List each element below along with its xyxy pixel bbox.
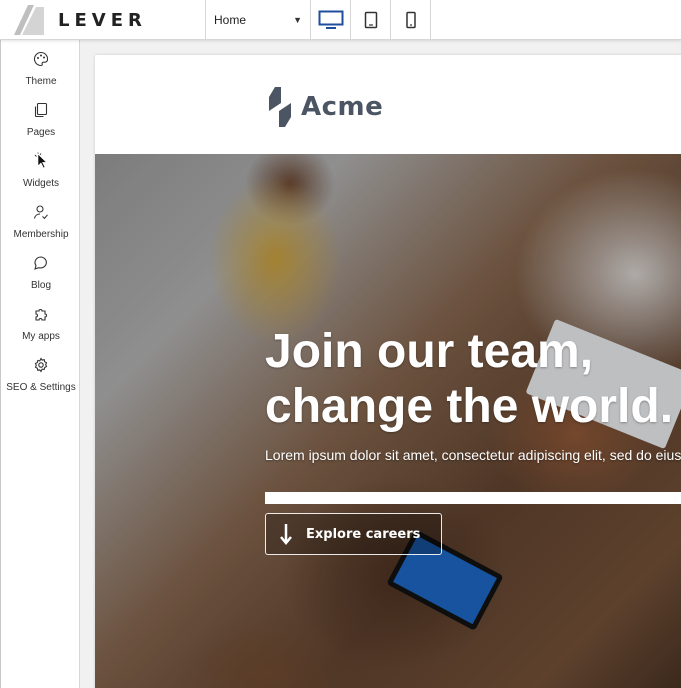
page-select-dropdown[interactable]: Home ▼ — [205, 0, 311, 40]
sidebar-item-label: Pages — [26, 127, 56, 138]
chevron-down-icon: ▼ — [293, 15, 302, 25]
sidebar-item-label: Theme — [25, 76, 57, 87]
device-desktop-button[interactable] — [311, 0, 351, 40]
cursor-icon — [33, 150, 49, 172]
sidebar-item-label: SEO & Settings — [6, 382, 76, 393]
hero-title-line2: change the world. — [265, 380, 674, 433]
acme-logo[interactable]: Acme — [265, 85, 383, 129]
device-mobile-button[interactable] — [391, 0, 431, 40]
mobile-icon — [405, 11, 416, 29]
sidebar-item-pages[interactable]: Pages — [1, 99, 81, 149]
sidebar-item-seo-settings[interactable]: SEO & Settings — [1, 354, 81, 404]
tablet-icon — [364, 11, 377, 29]
hero-divider-bar — [265, 492, 681, 504]
hero-section[interactable]: Join our team, change the world. Lorem i… — [95, 154, 681, 688]
sidebar-item-my-apps[interactable]: My apps — [1, 303, 81, 353]
editor-canvas: Acme Join our team, change the world. Lo… — [80, 40, 681, 688]
explore-careers-label: Explore careers — [306, 526, 421, 542]
sidebar-item-blog[interactable]: Blog — [1, 252, 81, 302]
pages-icon — [33, 99, 49, 121]
site-preview[interactable]: Acme Join our team, change the world. Lo… — [95, 55, 681, 688]
lever-logo-icon — [14, 5, 44, 35]
sidebar-item-label: Blog — [30, 280, 51, 291]
hero-content: Join our team, change the world. Lorem i… — [265, 324, 681, 463]
user-icon — [33, 201, 49, 223]
lever-logo[interactable]: LEVER — [12, 3, 147, 37]
sidebar-item-label: Membership — [13, 229, 69, 240]
device-tablet-button[interactable] — [351, 0, 391, 40]
explore-careers-button[interactable]: Explore careers — [265, 513, 442, 555]
desktop-icon — [318, 10, 343, 29]
puzzle-icon — [33, 303, 49, 325]
hero-title[interactable]: Join our team, change the world. — [265, 324, 681, 434]
acme-bolt-icon — [269, 87, 291, 127]
palette-icon — [33, 48, 49, 70]
brand-name: LEVER — [58, 9, 147, 31]
sidebar: Theme Pages Widgets Membership Blog My a… — [0, 40, 80, 688]
chat-bubble-icon — [33, 252, 49, 274]
page-select-value: Home — [214, 13, 247, 27]
top-toolbar: LEVER Home ▼ — [0, 0, 681, 40]
acme-logo-text: Acme — [301, 92, 384, 122]
sidebar-item-widgets[interactable]: Widgets — [1, 150, 81, 200]
gear-icon — [33, 354, 49, 376]
sidebar-item-label: Widgets — [22, 178, 60, 189]
arrow-down-icon — [266, 523, 306, 545]
hero-title-line1: Join our team, — [265, 325, 594, 378]
hero-subtitle[interactable]: Lorem ipsum dolor sit amet, consectetur … — [265, 447, 681, 463]
sidebar-item-membership[interactable]: Membership — [1, 201, 81, 251]
site-header[interactable]: Acme — [95, 55, 681, 154]
sidebar-item-theme[interactable]: Theme — [1, 48, 81, 98]
sidebar-item-label: My apps — [22, 331, 60, 342]
